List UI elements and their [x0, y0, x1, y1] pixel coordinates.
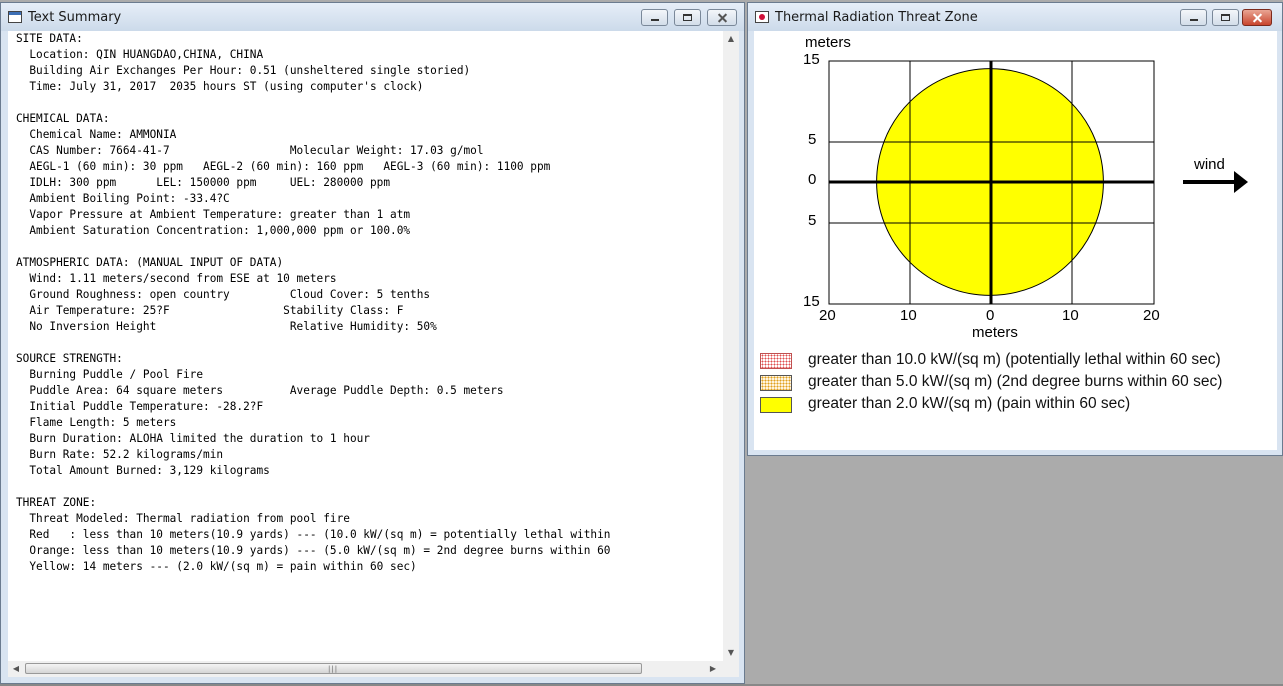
- legend-label: greater than 5.0 kW/(sq m) (2nd degree b…: [808, 373, 1223, 390]
- summary-line: SITE DATA:: [16, 32, 83, 45]
- scrollbar-corner: [723, 661, 739, 677]
- close-button[interactable]: [1242, 9, 1272, 26]
- summary-line: CHEMICAL DATA:: [16, 112, 110, 125]
- vertical-scrollbar[interactable]: ▲ ▼: [723, 31, 739, 661]
- summary-line: ATMOSPHERIC DATA: (MANUAL INPUT OF DATA): [16, 256, 284, 269]
- summary-line: Burn Duration: ALOHA limited the duratio…: [29, 432, 370, 445]
- yellow-zone-swatch: [760, 397, 792, 413]
- threat-zone-titlebar[interactable]: Thermal Radiation Threat Zone: [748, 3, 1282, 31]
- maximize-button[interactable]: [674, 9, 701, 26]
- summary-line: Red : less than 10 meters(10.9 yards) --…: [29, 528, 611, 541]
- summary-line: Time: July 31, 2017 2035 hours ST (using…: [29, 80, 424, 93]
- text-summary-title: Text Summary: [28, 10, 122, 25]
- text-summary-titlebar[interactable]: Text Summary: [1, 3, 744, 31]
- threat-zone-title: Thermal Radiation Threat Zone: [775, 10, 978, 25]
- x-tick-label: 0: [986, 307, 995, 324]
- x-tick-label: 20: [1143, 307, 1160, 324]
- threat-zone-window: Thermal Radiation Threat Zone meters 15 …: [747, 2, 1283, 456]
- red-zone-swatch: [760, 353, 792, 369]
- threat-zone-plot: [828, 60, 1248, 305]
- horizontal-scroll-thumb[interactable]: |||: [25, 663, 642, 674]
- orange-zone-swatch: [760, 375, 792, 391]
- summary-line: IDLH: 300 ppm LEL: 150000 ppm UEL: 28000…: [29, 176, 391, 189]
- summary-line: Orange: less than 10 meters(10.9 yards) …: [29, 544, 611, 557]
- scroll-down-arrow-icon[interactable]: ▼: [726, 648, 736, 658]
- summary-line: No Inversion Height Relative Humidity: 5…: [29, 320, 437, 333]
- summary-line: Initial Puddle Temperature: -28.2?F: [29, 400, 264, 413]
- wind-label: wind: [1194, 156, 1225, 173]
- summary-line: Yellow: 14 meters --- (2.0 kW/(sq m) = p…: [29, 560, 417, 573]
- text-window-icon: [8, 11, 22, 23]
- close-button[interactable]: [707, 9, 737, 26]
- summary-line: Threat Modeled: Thermal radiation from p…: [29, 512, 350, 525]
- x-tick-label: 20: [819, 307, 836, 324]
- summary-line: Wind: 1.11 meters/second from ESE at 10 …: [29, 272, 337, 285]
- summary-line: Puddle Area: 64 square meters Average Pu…: [29, 384, 504, 397]
- summary-line: Ground Roughness: open country Cloud Cov…: [29, 288, 431, 301]
- summary-line: SOURCE STRENGTH:: [16, 352, 123, 365]
- summary-line: Ambient Boiling Point: -33.4?C: [29, 192, 230, 205]
- horizontal-scrollbar[interactable]: ◀ ||| ▶: [8, 661, 723, 677]
- legend-label: greater than 2.0 kW/(sq m) (pain within …: [808, 395, 1131, 412]
- summary-text: SITE DATA: Location: QIN HUANGDAO,CHINA,…: [8, 31, 723, 575]
- scroll-right-arrow-icon[interactable]: ▶: [708, 664, 718, 674]
- summary-line: CAS Number: 7664-41-7 Molecular Weight: …: [29, 144, 484, 157]
- summary-line: Chemical Name: AMMONIA: [29, 128, 177, 141]
- x-tick-label: 10: [900, 307, 917, 324]
- summary-line: Flame Length: 5 meters: [29, 416, 177, 429]
- summary-line: Vapor Pressure at Ambient Temperature: g…: [29, 208, 411, 221]
- threat-window-icon: [755, 11, 769, 23]
- x-tick-label: 10: [1062, 307, 1079, 324]
- summary-line: THREAT ZONE:: [16, 496, 97, 509]
- summary-line: Burning Puddle / Pool Fire: [29, 368, 204, 381]
- wind-arrowhead-icon: [1234, 171, 1248, 193]
- summary-line: Building Air Exchanges Per Hour: 0.51 (u…: [29, 64, 471, 77]
- minimize-button[interactable]: [641, 9, 668, 26]
- summary-line: Air Temperature: 25?F Stability Class: F: [29, 304, 404, 317]
- summary-line: AEGL-1 (60 min): 30 ppm AEGL-2 (60 min):…: [29, 160, 551, 173]
- summary-line: Ambient Saturation Concentration: 1,000,…: [29, 224, 411, 237]
- maximize-button[interactable]: [1212, 9, 1239, 26]
- x-axis-title: meters: [972, 324, 1018, 341]
- legend-label: greater than 10.0 kW/(sq m) (potentially…: [808, 351, 1221, 368]
- scroll-left-arrow-icon[interactable]: ◀: [11, 664, 21, 674]
- threat-zone-plot-area: meters 15 5 0 5 15 wind 20 10 0 10 20 me…: [754, 31, 1277, 450]
- summary-text-area[interactable]: SITE DATA: Location: QIN HUANGDAO,CHINA,…: [8, 31, 723, 661]
- scroll-up-arrow-icon[interactable]: ▲: [726, 34, 736, 44]
- text-summary-window: Text Summary SITE DATA: Location: QIN HU…: [0, 2, 745, 684]
- minimize-button[interactable]: [1180, 9, 1207, 26]
- summary-line: Total Amount Burned: 3,129 kilograms: [29, 464, 270, 477]
- summary-line: Burn Rate: 52.2 kilograms/min: [29, 448, 224, 461]
- summary-line: Location: QIN HUANGDAO,CHINA, CHINA: [29, 48, 264, 61]
